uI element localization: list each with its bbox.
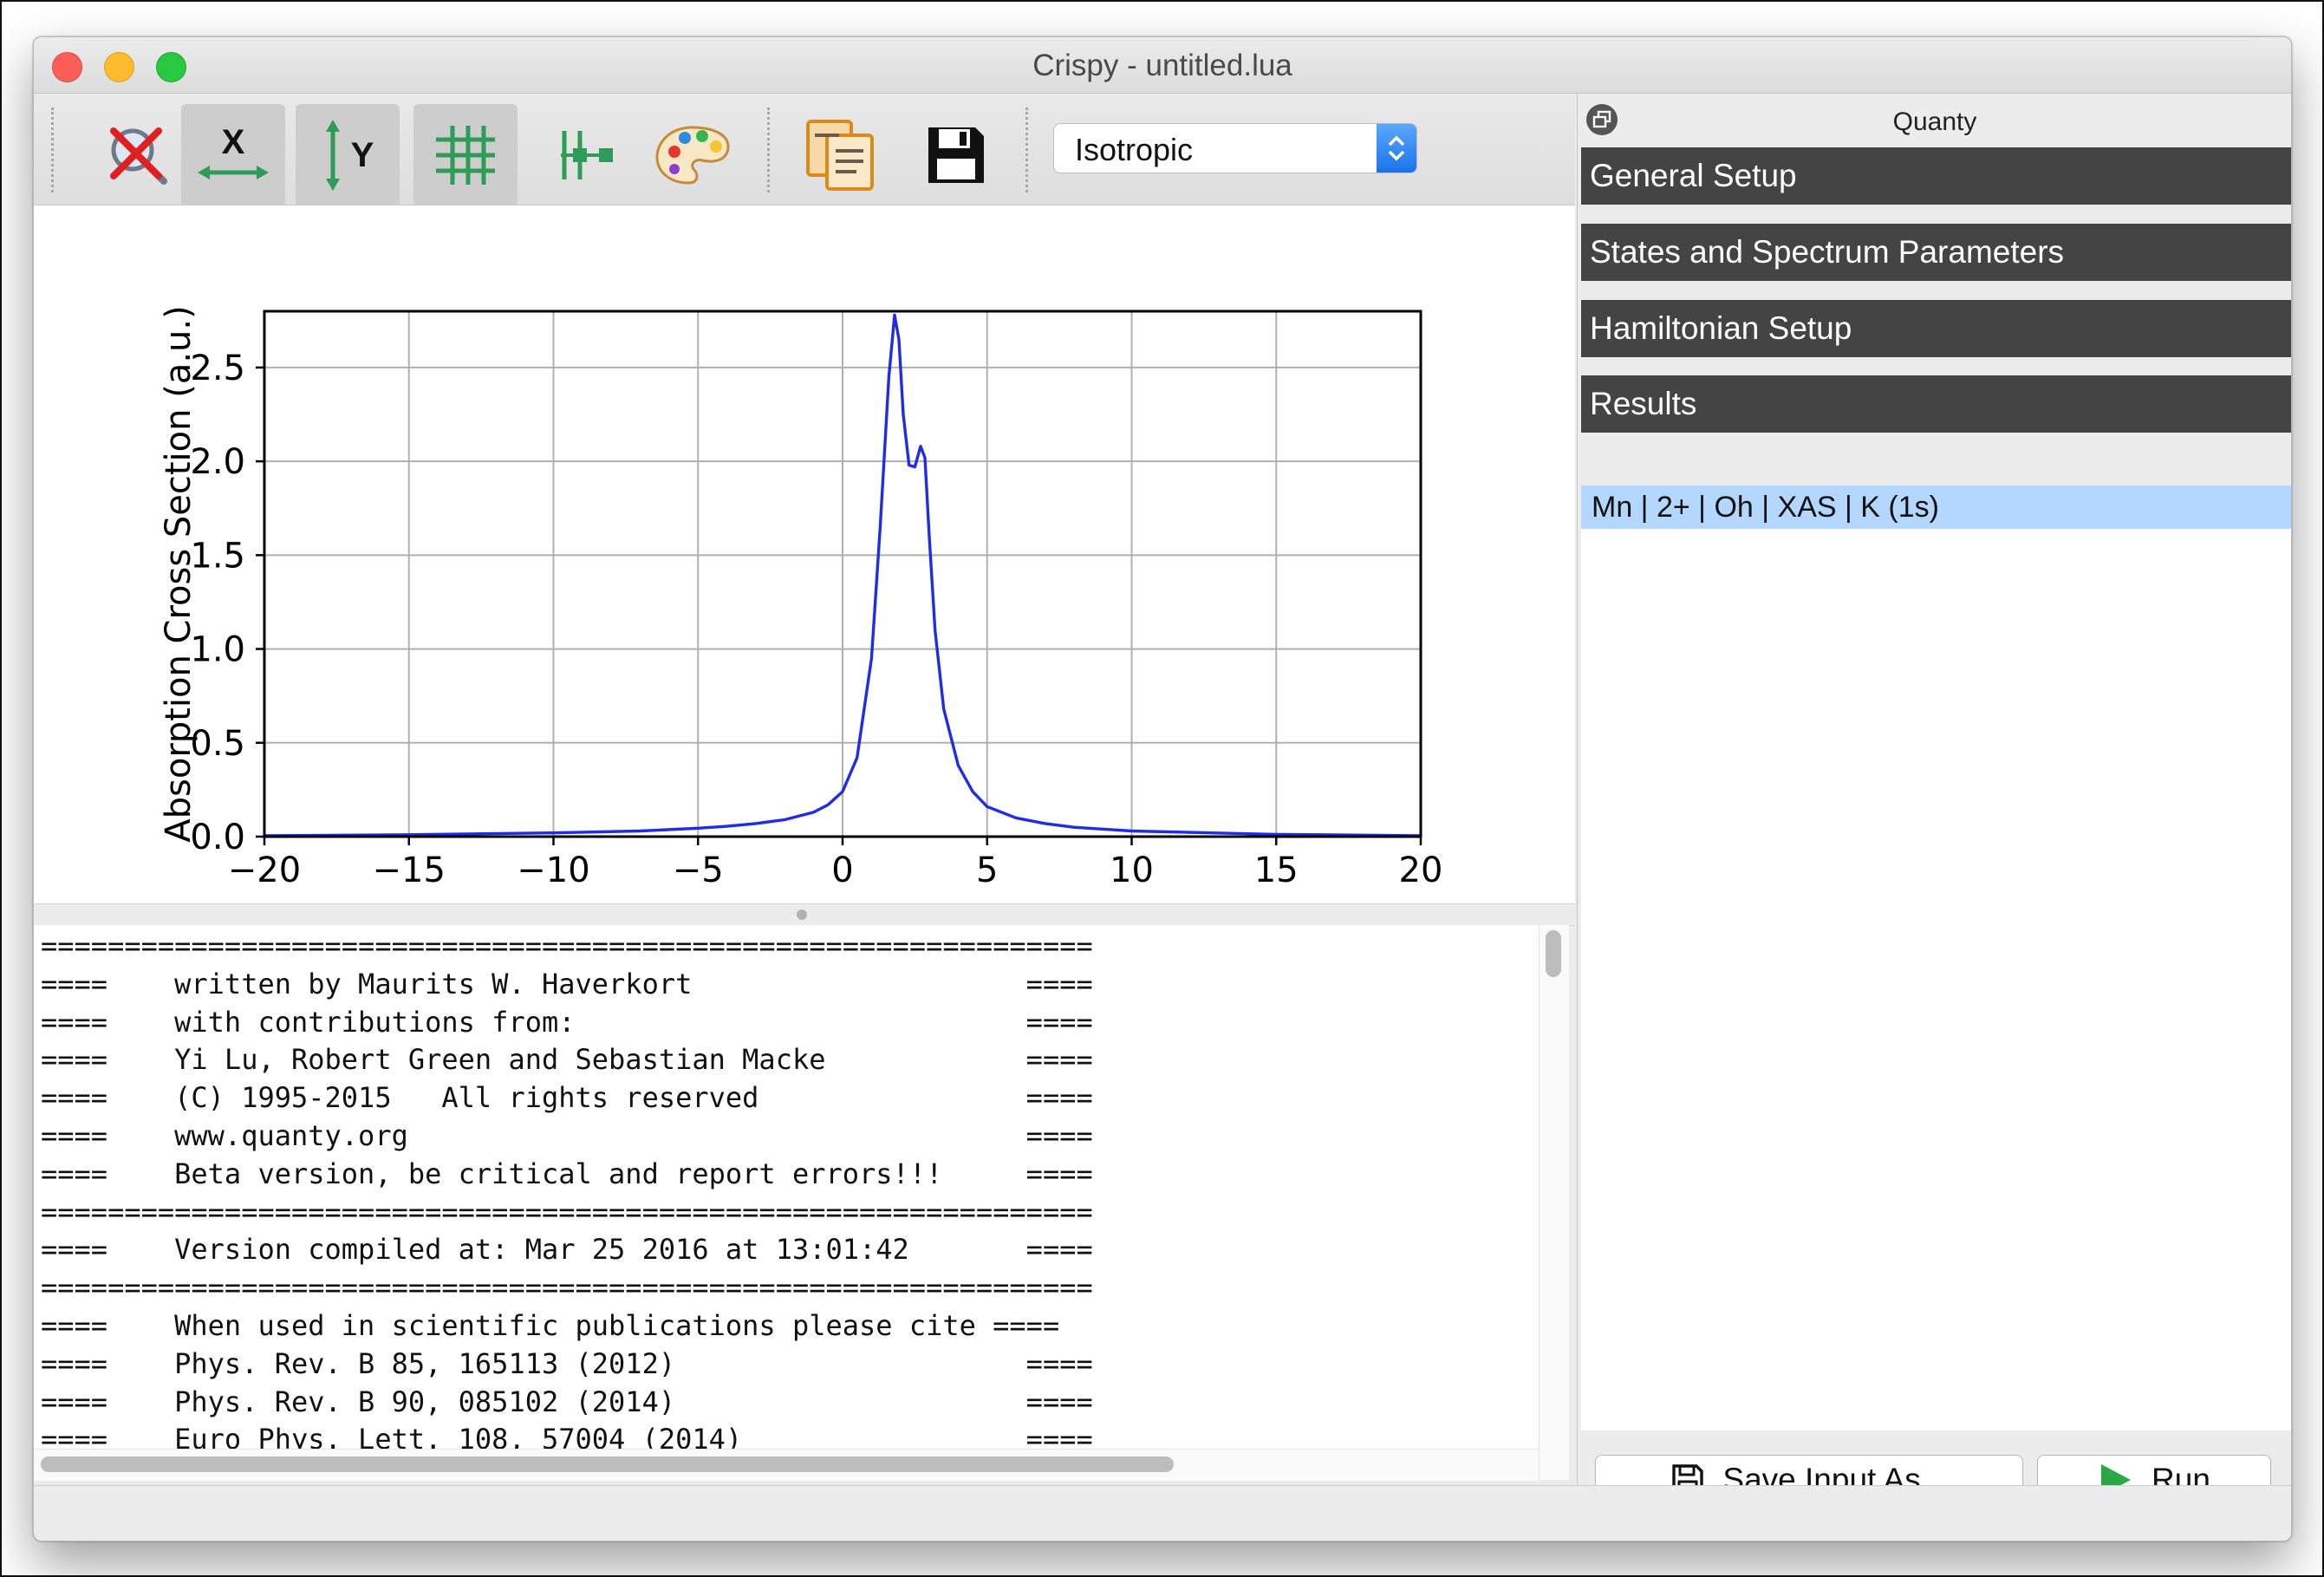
title-bar: Crispy - untitled.lua	[34, 37, 2291, 94]
x-axis-icon: X	[198, 123, 269, 179]
toolbar-separator	[767, 108, 770, 192]
log-line: ==== When used in scientific publication…	[41, 1309, 1060, 1342]
log-line: ==== (C) 1995-2015 All rights reserved =…	[41, 1081, 1093, 1115]
x-tick-label: 10	[1110, 850, 1154, 890]
log-vertical-scrollbar[interactable]	[1539, 925, 1569, 1480]
polarization-select[interactable]: Isotropic	[1053, 123, 1417, 173]
x-tick-label: 20	[1399, 850, 1443, 890]
log-line: ==== www.quanty.org ====	[41, 1119, 1093, 1152]
curve-style-button[interactable]	[535, 104, 639, 206]
curve-style-icon	[561, 131, 613, 179]
section-hamiltonian-setup[interactable]: Hamiltonian Setup	[1581, 300, 2291, 357]
reset-view-icon	[110, 127, 167, 185]
copy-icon	[806, 120, 874, 191]
log-vertical-scroll-thumb[interactable]	[1546, 930, 1561, 977]
toggle-x-axis-button[interactable]: X	[181, 104, 285, 206]
toggle-grid-button[interactable]	[413, 104, 518, 206]
log-line: ==== written by Maurits W. Haverkort ===…	[41, 967, 1093, 1000]
spectrum-plot-area: −20 −15 −10 −5 0 5 10 15 20 0.0 0.5 1.0 1.5 2.0 2.5 Abs…	[34, 205, 1575, 903]
grid-icon	[436, 126, 495, 185]
x-tick-label: −15	[373, 850, 446, 890]
y-axis-icon: Y	[326, 120, 374, 191]
section-general-setup[interactable]: General Setup	[1581, 147, 2291, 205]
log-line: ==== with contributions from: ====	[41, 1005, 1093, 1039]
x-tick-label: 0	[831, 850, 853, 890]
plot-log-splitter[interactable]	[34, 903, 1575, 926]
log-line: ========================================…	[41, 929, 1093, 962]
svg-text:Y: Y	[351, 136, 374, 174]
x-tick-label: −10	[517, 850, 589, 890]
quanty-log-output[interactable]: ========================================…	[34, 925, 1569, 1480]
toolbar-separator	[51, 108, 54, 192]
spectrum-chart: −20 −15 −10 −5 0 5 10 15 200.00.51.01.52.02.5Abs…	[159, 305, 1443, 903]
quanty-dock-panel: Quanty General Setup States and Spectrum…	[1577, 94, 2291, 1521]
save-icon	[928, 127, 984, 183]
palette-icon	[655, 126, 730, 185]
chevron-up-down-icon	[1377, 124, 1416, 173]
reset-zoom-button[interactable]	[86, 104, 190, 206]
status-bar	[34, 1485, 2291, 1541]
section-states-spectrum-parameters[interactable]: States and Spectrum Parameters	[1581, 224, 2291, 281]
save-figure-button[interactable]	[904, 104, 1008, 206]
log-line: ========================================…	[41, 1271, 1093, 1305]
dock-title: Quanty	[1892, 108, 1977, 136]
app-window: Crispy - untitled.lua X Y Isotropic −20 …	[33, 36, 2292, 1541]
log-line: ==== Phys. Rev. B 85, 165113 (2012) ====	[41, 1346, 1093, 1380]
results-list: Mn | 2+ | Oh | XAS | K (1s)	[1581, 485, 2291, 1430]
plot-toolbar: X Y Isotropic	[34, 94, 1575, 206]
svg-text:X: X	[222, 123, 245, 161]
log-horizontal-scroll-thumb[interactable]	[41, 1456, 1174, 1472]
window-title: Crispy - untitled.lua	[1032, 49, 1292, 82]
log-line: ==== Version compiled at: Mar 25 2016 at…	[41, 1233, 1093, 1267]
log-line: ========================================…	[41, 1195, 1093, 1228]
splitter-handle[interactable]	[797, 909, 807, 920]
polarization-select-value: Isotropic	[1075, 132, 1194, 167]
section-results[interactable]: Results	[1581, 375, 2291, 433]
log-line: ==== Phys. Rev. B 90, 085102 (2014) ====	[41, 1385, 1093, 1418]
log-line: ==== Yi Lu, Robert Green and Sebastian M…	[41, 1043, 1093, 1077]
x-tick-label: −5	[673, 850, 724, 890]
color-palette-button[interactable]	[641, 104, 745, 206]
toggle-y-axis-button[interactable]: Y	[296, 104, 400, 206]
y-axis-label: Absorption Cross Section (a.u.)	[159, 305, 199, 842]
x-tick-label: 15	[1254, 850, 1299, 890]
log-line: ==== Beta version, be critical and repor…	[41, 1157, 1093, 1190]
results-list-item[interactable]: Mn | 2+ | Oh | XAS | K (1s)	[1581, 485, 2291, 529]
toolbar-separator	[1025, 108, 1028, 192]
x-tick-label: 5	[976, 850, 998, 890]
copy-to-clipboard-button[interactable]	[788, 104, 892, 206]
